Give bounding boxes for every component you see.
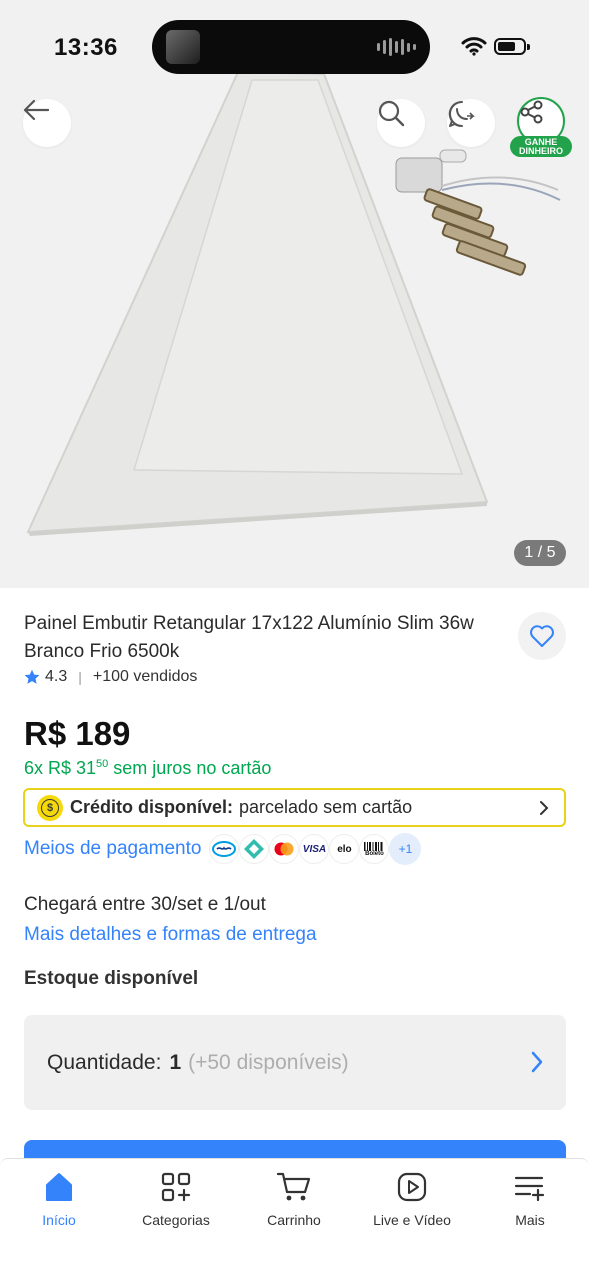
visa-text: VISA [302, 843, 327, 855]
bottom-navigation: Início Categorias Carrinho Live e Vídeo … [0, 1158, 589, 1280]
mercado-pago-icon [209, 834, 240, 864]
installments-prefix: 6x R$ 31 [24, 758, 97, 778]
delivery-details-link[interactable]: Mais detalhes e formas de entrega [24, 924, 317, 946]
mastercard-icon [269, 834, 300, 864]
play-icon [397, 1172, 427, 1202]
credit-available-banner[interactable]: $ Crédito disponível: parcelado sem cart… [23, 788, 566, 827]
whatsapp-icon [448, 100, 475, 127]
rating-row[interactable]: 4.3 | +100 vendidos [24, 668, 197, 686]
nav-label: Mais [515, 1212, 545, 1228]
credit-label: Crédito disponível: [70, 797, 234, 817]
quantity-selector[interactable]: Quantidade: 1 (+50 disponíveis) [24, 1015, 566, 1110]
wifi-icon [461, 37, 487, 56]
status-time: 13:36 [54, 34, 118, 61]
chevron-right-icon [540, 801, 549, 815]
nav-inicio[interactable]: Início [0, 1171, 118, 1228]
visa-icon: VISA [299, 834, 330, 864]
nav-live-video[interactable]: Live e Vídeo [353, 1171, 471, 1228]
delivery-estimate: Chegará entre 30/set e 1/out [24, 894, 266, 915]
payment-methods-row[interactable]: Meios de pagamento VISA elo Boleto +1 [24, 832, 422, 866]
stock-status: Estoque disponível [24, 968, 199, 989]
boleto-text: Boleto [365, 850, 384, 857]
earn-badge-line2: DINHEIRO [518, 146, 563, 156]
rating-value: 4.3 [45, 668, 68, 685]
installments-cents: 50 [96, 758, 109, 770]
nav-carrinho[interactable]: Carrinho [235, 1171, 353, 1228]
favorite-button[interactable] [518, 612, 566, 660]
image-counter: 1 / 5 [514, 540, 566, 566]
chevron-right-icon [531, 1051, 543, 1073]
rating-separator: | [78, 669, 82, 685]
heart-icon [530, 625, 554, 647]
nav-categorias[interactable]: Categorias [117, 1171, 235, 1228]
now-playing-artwork [166, 30, 200, 64]
earn-money-badge: GANHE DINHEIRO [510, 136, 572, 157]
dynamic-island [152, 20, 430, 74]
boleto-icon: Boleto [359, 834, 390, 864]
installments: 6x R$ 3150 sem juros no cartão [24, 758, 271, 779]
quantity-available: (+50 disponíveis) [188, 1050, 349, 1074]
status-bar: 13:36 [0, 0, 589, 90]
elo-icon: elo [329, 834, 360, 864]
cart-icon [277, 1172, 311, 1201]
nav-mais[interactable]: Mais [471, 1171, 589, 1228]
quantity-value: 1 [169, 1050, 182, 1074]
categories-icon [161, 1172, 191, 1202]
payment-methods-link[interactable]: Meios de pagamento [24, 838, 201, 860]
pix-icon [239, 834, 270, 864]
coin-icon: $ [37, 794, 63, 821]
menu-icon [514, 1176, 545, 1202]
battery-icon [494, 38, 530, 55]
installments-suffix: sem juros no cartão [108, 758, 272, 778]
sold-count: +100 vendidos [92, 668, 198, 685]
back-button[interactable] [23, 99, 71, 147]
quantity-label: Quantidade: [47, 1050, 162, 1074]
arrow-left-icon [23, 99, 49, 121]
product-title: Painel Embutir Retangular 17x122 Alumíni… [24, 613, 474, 662]
whatsapp-share-button[interactable] [447, 99, 495, 147]
nav-label: Categorias [142, 1212, 210, 1228]
price: R$ 189 [24, 715, 131, 752]
nav-label: Início [42, 1212, 76, 1228]
audio-wave-icon [377, 37, 416, 57]
nav-label: Carrinho [267, 1212, 321, 1228]
search-icon [378, 100, 405, 127]
elo-text: elo [337, 843, 352, 855]
search-button[interactable] [377, 99, 425, 147]
star-icon [24, 669, 40, 684]
more-payment-methods[interactable]: +1 [389, 833, 422, 865]
nav-label: Live e Vídeo [373, 1212, 451, 1228]
credit-text: parcelado sem cartão [239, 797, 413, 817]
home-icon [46, 1173, 72, 1201]
share-icon [520, 100, 543, 124]
